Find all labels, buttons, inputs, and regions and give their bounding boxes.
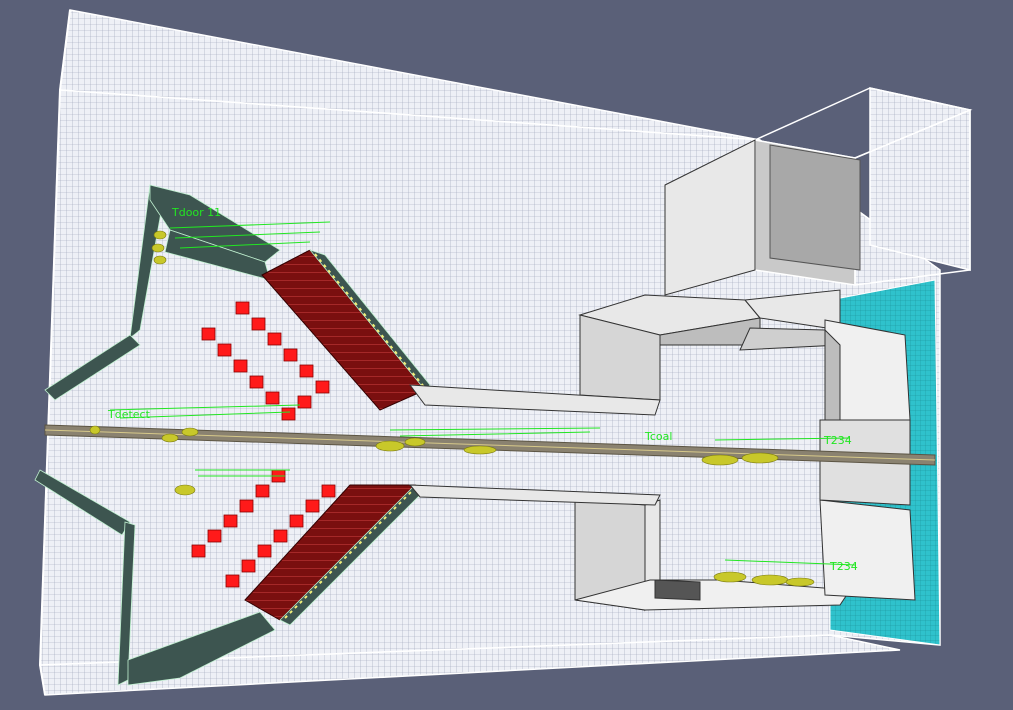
3d-viewport[interactable]: Tdoor 11 Tdetect Tcoal T234 T234	[0, 0, 1013, 710]
probe-label-c: T234	[823, 434, 852, 447]
building-model-scene[interactable]: Tdoor 11 Tdetect Tcoal T234 T234	[0, 0, 1013, 710]
probe-label-b: Tcoal	[644, 430, 672, 443]
probe-label-a: Tdetect	[107, 408, 151, 421]
door-label: Tdoor 11	[171, 206, 221, 219]
probe-label-d: T234	[829, 560, 858, 573]
